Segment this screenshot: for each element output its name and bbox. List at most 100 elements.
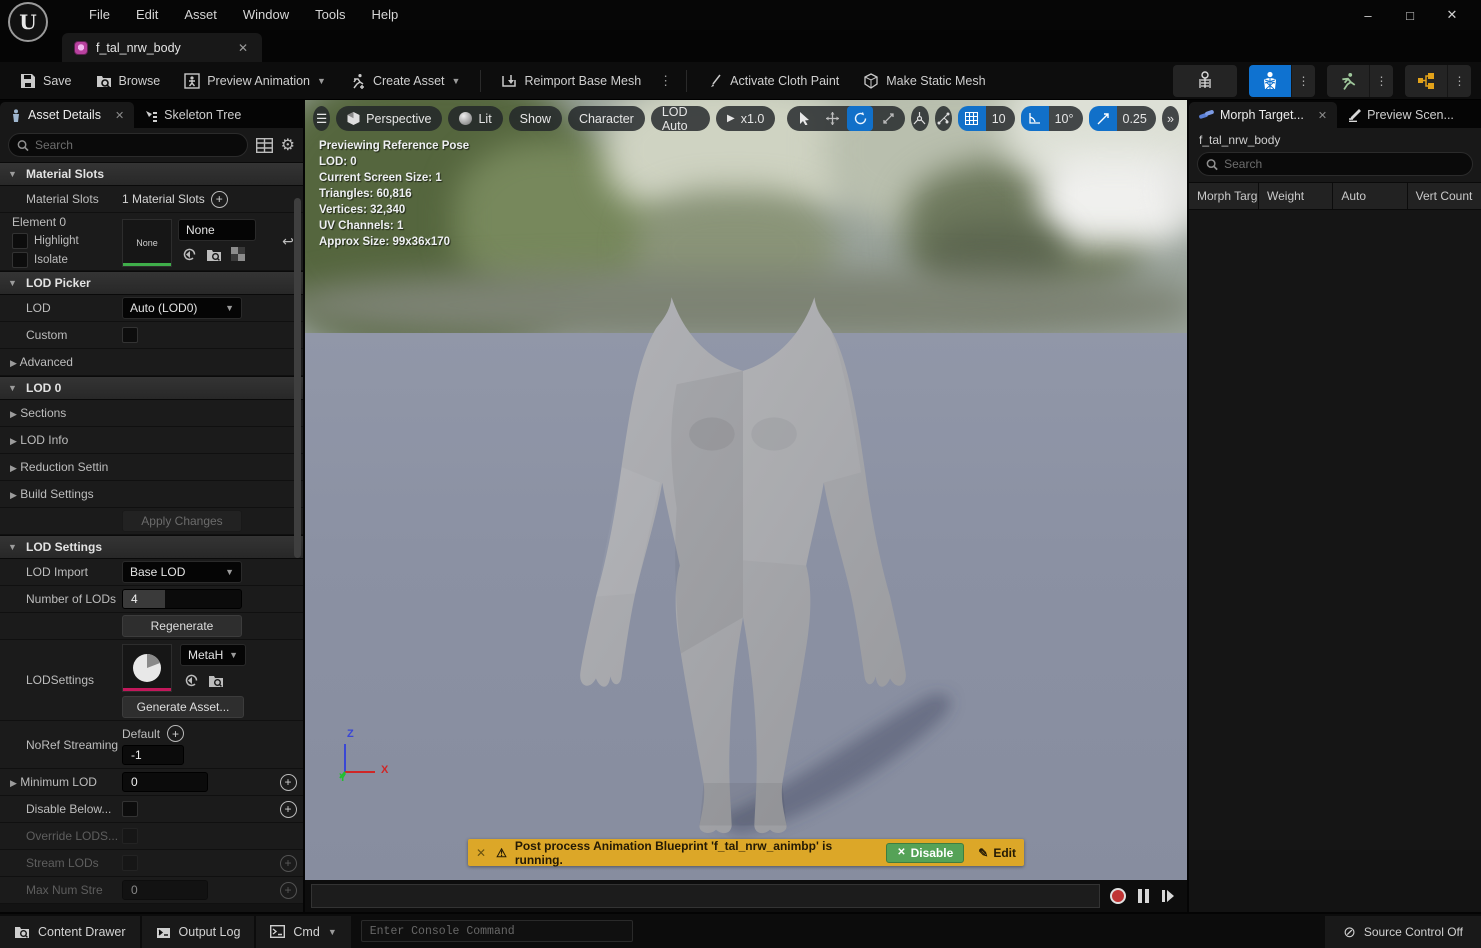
record-button[interactable]	[1110, 888, 1126, 904]
asset-details-searchbox[interactable]	[8, 133, 248, 157]
menu-window[interactable]: Window	[230, 0, 302, 30]
select-tool-button[interactable]	[791, 106, 817, 131]
angle-snap-toggle[interactable]: 10°	[1021, 106, 1083, 131]
mesh-mode-options-icon[interactable]: ⋮	[1291, 65, 1315, 97]
lod-import-dropdown[interactable]: Base LOD ▼	[122, 561, 242, 583]
isolate-checkbox[interactable]	[12, 252, 28, 268]
lod-auto-dropdown[interactable]: LOD Auto	[651, 106, 710, 131]
close-icon[interactable]: ✕	[107, 109, 124, 122]
noref-value-input[interactable]: -1	[122, 745, 184, 765]
section-material-slots[interactable]: ▼ Material Slots	[0, 162, 303, 186]
minimum-lod-input[interactable]: 0	[122, 772, 208, 792]
display-options-icon[interactable]	[256, 138, 273, 153]
material-thumbnail[interactable]: None	[122, 219, 172, 267]
row-advanced[interactable]: ▶ Advanced	[0, 349, 303, 376]
row-lod-info[interactable]: ▶ LOD Info	[0, 427, 303, 454]
tab-close-icon[interactable]: ✕	[212, 41, 252, 55]
rotate-tool-button[interactable]	[847, 106, 873, 131]
output-log-button[interactable]: Output Log	[142, 916, 255, 948]
menu-edit[interactable]: Edit	[123, 0, 171, 30]
activate-cloth-paint-button[interactable]: Activate Cloth Paint	[697, 66, 849, 96]
row-reduction-settings[interactable]: ▶ Reduction Settin	[0, 454, 303, 481]
surface-snapping-button[interactable]	[935, 106, 952, 131]
number-of-lods-input[interactable]: 4	[122, 589, 242, 609]
close-button[interactable]: ✕	[1431, 0, 1473, 30]
scale-tool-button[interactable]	[875, 106, 901, 131]
highlight-checkbox[interactable]	[12, 233, 28, 249]
console-command-input[interactable]	[370, 925, 624, 938]
material-select-dropdown[interactable]: None	[178, 219, 256, 241]
translate-tool-button[interactable]	[819, 106, 845, 131]
regenerate-button[interactable]: Regenerate	[122, 615, 242, 637]
noref-add-button[interactable]: +	[167, 725, 184, 742]
maximize-button[interactable]: □	[1389, 0, 1431, 30]
max-num-input[interactable]: 0	[122, 880, 208, 900]
column-weight[interactable]: Weight	[1259, 183, 1333, 209]
animation-mode-options-icon[interactable]: ⋮	[1369, 65, 1393, 97]
tab-morph-target-preview[interactable]: Morph Target... ✕	[1189, 102, 1337, 128]
tab-preview-scene-settings[interactable]: Preview Scen...	[1337, 102, 1464, 128]
content-drawer-button[interactable]: Content Drawer	[0, 916, 140, 948]
make-static-mesh-button[interactable]: Make Static Mesh	[853, 66, 995, 96]
browse-to-asset-icon[interactable]	[208, 673, 224, 688]
console-command-field[interactable]	[361, 920, 633, 942]
character-mesh[interactable]	[483, 260, 1003, 840]
unreal-logo-icon[interactable]: U	[8, 2, 48, 42]
left-panel-scrollbar[interactable]	[294, 198, 301, 558]
morph-search-input[interactable]	[1224, 157, 1464, 171]
morph-searchbox[interactable]	[1197, 152, 1473, 176]
minimum-lod-add-button[interactable]: +	[280, 774, 297, 791]
coordinate-system-button[interactable]	[911, 106, 928, 131]
skeleton-mode-button[interactable]	[1173, 65, 1237, 97]
menu-help[interactable]: Help	[358, 0, 411, 30]
reimport-base-mesh-button[interactable]: Reimport Base Mesh	[491, 66, 651, 96]
lodsettings-thumbnail[interactable]	[122, 644, 172, 692]
menu-file[interactable]: File	[76, 0, 123, 30]
add-material-slot-button[interactable]: +	[211, 191, 228, 208]
menu-asset[interactable]: Asset	[171, 0, 230, 30]
warning-close-icon[interactable]: ✕	[476, 846, 486, 860]
gear-icon[interactable]: ⚙	[281, 135, 295, 155]
disable-below-add-button[interactable]: +	[280, 801, 297, 818]
max-num-add-button[interactable]: +	[280, 882, 297, 899]
browse-button[interactable]: Browse	[86, 66, 171, 96]
perspective-dropdown[interactable]: Perspective	[336, 106, 442, 131]
reimport-options-icon[interactable]: ⋮	[655, 73, 676, 89]
lodsettings-dropdown[interactable]: MetaH ▼	[180, 644, 246, 666]
use-selected-icon[interactable]	[184, 673, 199, 688]
stream-lods-checkbox[interactable]	[122, 855, 138, 871]
column-vert-count[interactable]: Vert Count	[1408, 183, 1481, 209]
menu-tools[interactable]: Tools	[302, 0, 358, 30]
blueprint-mode-button[interactable]	[1405, 65, 1447, 97]
blueprint-mode-options-icon[interactable]: ⋮	[1447, 65, 1471, 97]
asset-tab[interactable]: f_tal_nrw_body ✕	[62, 33, 262, 62]
viewport-more-button[interactable]: »	[1162, 106, 1179, 131]
viewport-menu-button[interactable]: ☰	[313, 106, 330, 131]
create-asset-button[interactable]: Create Asset ▼	[340, 66, 471, 96]
source-control-button[interactable]: ⊘ Source Control Off	[1325, 916, 1481, 948]
morph-table-body[interactable]	[1189, 210, 1481, 850]
grid-snap-toggle[interactable]: 10	[958, 106, 1015, 131]
section-lod-settings[interactable]: ▼ LOD Settings	[0, 535, 303, 559]
minimize-button[interactable]: –	[1347, 0, 1389, 30]
cmd-dropdown[interactable]: Cmd ▼	[256, 916, 350, 948]
mesh-mode-button[interactable]	[1249, 65, 1291, 97]
disable-below-checkbox[interactable]	[122, 801, 138, 817]
browse-to-asset-icon[interactable]	[206, 247, 222, 262]
custom-checkbox[interactable]	[122, 327, 138, 343]
animation-mode-button[interactable]	[1327, 65, 1369, 97]
close-icon[interactable]: ✕	[1310, 109, 1327, 122]
use-selected-icon[interactable]	[182, 247, 197, 262]
disable-button[interactable]: ✕ Disable	[886, 843, 964, 863]
step-forward-button[interactable]	[1161, 889, 1175, 903]
timeline-scrubber[interactable]	[311, 884, 1100, 908]
playback-speed-button[interactable]: ▶ x1.0	[716, 106, 775, 131]
section-lod-picker[interactable]: ▼ LOD Picker	[0, 271, 303, 295]
row-sections[interactable]: ▶ Sections	[0, 400, 303, 427]
row-build-settings[interactable]: ▶ Build Settings	[0, 481, 303, 508]
character-dropdown[interactable]: Character	[568, 106, 645, 131]
column-morph-target-name[interactable]: Morph Targ	[1189, 183, 1259, 209]
edit-button[interactable]: ✎ Edit	[978, 846, 1016, 860]
stream-lods-add-button[interactable]: +	[280, 855, 297, 872]
lod-dropdown[interactable]: Auto (LOD0) ▼	[122, 297, 242, 319]
